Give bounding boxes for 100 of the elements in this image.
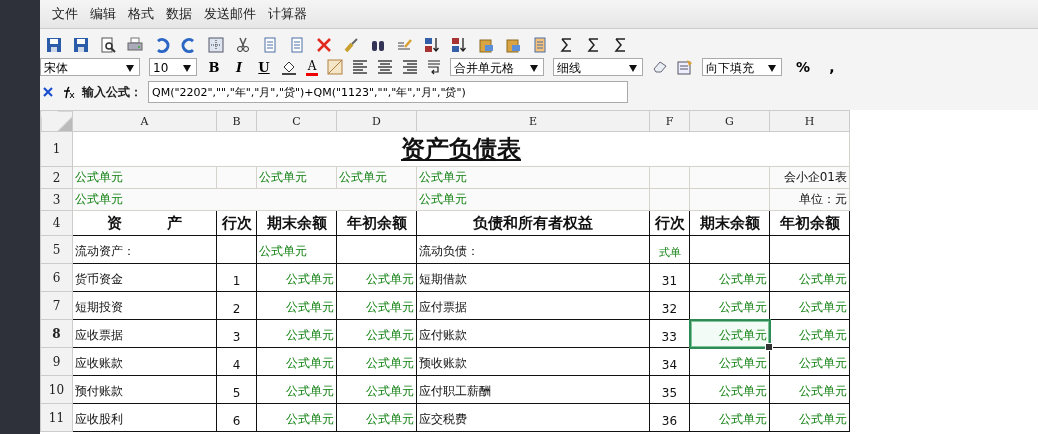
row-header[interactable]: 2 <box>40 166 73 189</box>
table-cell: 行次 <box>649 210 690 236</box>
column-header[interactable]: F <box>649 110 690 132</box>
table-cell: 预收账款 <box>416 347 650 376</box>
table-cell: 应收账款 <box>72 347 217 376</box>
column-header[interactable]: E <box>416 110 650 132</box>
italic-button[interactable]: I <box>231 59 247 75</box>
table-cell: 应收股利 <box>72 403 217 432</box>
row-header[interactable]: 1 <box>40 131 73 167</box>
fill-handle[interactable] <box>764 342 773 351</box>
table-cell: 公式单元 <box>256 403 337 432</box>
column-header[interactable]: G <box>689 110 770 132</box>
table-cell: 公式单元 <box>256 375 337 404</box>
table-cell: 公式单元 <box>769 403 850 432</box>
menu-item[interactable]: 发送邮件 <box>203 5 257 23</box>
table-cell: 资 产 <box>72 210 217 236</box>
align-right-icon[interactable] <box>402 60 418 74</box>
table-cell: 公式单元 <box>689 403 770 432</box>
row-header[interactable]: 6 <box>40 263 73 292</box>
table-cell: 年初余额 <box>336 210 417 236</box>
column-header[interactable]: C <box>256 110 337 132</box>
row-header[interactable]: 10 <box>40 375 73 404</box>
menu-item[interactable]: 编辑 <box>89 5 117 23</box>
brush-icon[interactable] <box>343 37 359 53</box>
dropdown-icon <box>126 65 134 72</box>
sort-descending-icon[interactable] <box>451 37 467 53</box>
row-header[interactable]: 9 <box>40 347 73 376</box>
column-header[interactable]: A <box>72 110 217 132</box>
menu-item[interactable]: 数据 <box>165 5 193 23</box>
comma-button[interactable]: , <box>824 59 840 75</box>
row-header[interactable]: 11 <box>40 403 73 432</box>
table-cell: 公式单元 <box>336 319 417 348</box>
merge-select[interactable]: 合并单元格 <box>450 58 544 76</box>
page-icon[interactable] <box>532 37 548 53</box>
table-cell: 公式单元 <box>769 291 850 320</box>
table-cell: 年初余额 <box>769 210 850 236</box>
wrap-text-icon[interactable] <box>427 59 441 75</box>
table-cell: 3 <box>216 319 257 348</box>
table-cell: 式单 <box>649 235 690 264</box>
table-cell: 35 <box>649 375 690 404</box>
column-header[interactable]: H <box>769 110 850 132</box>
table-cell: 期末余额 <box>689 210 770 236</box>
cut-icon[interactable] <box>235 37 251 53</box>
table-cell: 公式单元 <box>689 375 770 404</box>
underline-button[interactable]: U <box>256 59 272 75</box>
table-cell: 短期投资 <box>72 291 217 320</box>
grid-icon[interactable] <box>208 37 224 53</box>
menu-item[interactable]: 计算器 <box>267 5 308 23</box>
table-cell: 公式单元 <box>416 166 650 189</box>
table-cell: 流动资产： <box>72 235 217 264</box>
row-header[interactable]: 5 <box>40 235 73 264</box>
menu-item[interactable]: 格式 <box>127 5 155 23</box>
dropdown-icon <box>530 65 538 72</box>
table-cell: 预付账款 <box>72 375 217 404</box>
pencil-icon[interactable] <box>397 37 413 53</box>
formula-input[interactable]: QM("2202","","年","月","贷")+QM("1123","","年","月","贷") <box>148 81 628 103</box>
table-cell: 公式单元 <box>72 188 417 211</box>
percent-button[interactable]: % <box>795 59 811 75</box>
row-header[interactable]: 3 <box>40 188 73 211</box>
table-cell: 货币资金 <box>72 263 217 292</box>
table-cell: 公式单元 <box>256 263 337 292</box>
table-cell: 2 <box>216 291 257 320</box>
fill-select[interactable]: 向下填充 <box>702 58 782 76</box>
table-cell: 应交税费 <box>416 403 650 432</box>
row-header[interactable]: 4 <box>40 210 73 236</box>
row-header[interactable]: 7 <box>40 291 73 320</box>
sheet-title: 资产负债表 <box>72 131 850 167</box>
delete-icon[interactable] <box>316 37 332 53</box>
dropdown-icon <box>183 65 191 72</box>
row-header[interactable]: 8 <box>40 319 73 348</box>
column-header[interactable]: D <box>336 110 417 132</box>
print-icon[interactable] <box>127 37 143 53</box>
close-icon[interactable] <box>42 86 54 98</box>
font-color-button[interactable]: A <box>306 58 318 76</box>
dropdown-icon <box>768 65 776 72</box>
table-cell: 负债和所有者权益 <box>416 210 650 236</box>
line-select[interactable]: 细线 <box>553 58 643 76</box>
paint-bucket-icon[interactable] <box>281 59 297 75</box>
table-cell: 公式单元 <box>689 263 770 292</box>
sort-ascending-icon[interactable] <box>424 37 440 53</box>
table-cell: 应收票据 <box>72 319 217 348</box>
align-center-icon[interactable] <box>377 60 393 74</box>
eraser-icon[interactable] <box>652 60 668 74</box>
column-header[interactable]: B <box>216 110 257 132</box>
bold-button[interactable]: B <box>206 59 222 75</box>
table-cell: 公式单元 <box>689 319 770 348</box>
dropdown-icon <box>629 65 637 72</box>
size-select[interactable]: 10 <box>149 58 197 76</box>
save-icon[interactable] <box>46 37 62 53</box>
table-cell: 公式单元 <box>256 291 337 320</box>
menu-item[interactable]: 文件 <box>51 5 79 23</box>
align-left-icon[interactable] <box>352 60 368 74</box>
border-icon[interactable] <box>327 59 343 75</box>
save-as-icon[interactable] <box>73 37 89 53</box>
table-cell: 应付职工薪酬 <box>416 375 650 404</box>
font-select[interactable]: 宋体 <box>40 58 140 76</box>
print-preview-icon[interactable] <box>100 37 116 53</box>
table-cell: 1 <box>216 263 257 292</box>
table-cell: 6 <box>216 403 257 432</box>
table-cell: 公式单元 <box>769 263 850 292</box>
